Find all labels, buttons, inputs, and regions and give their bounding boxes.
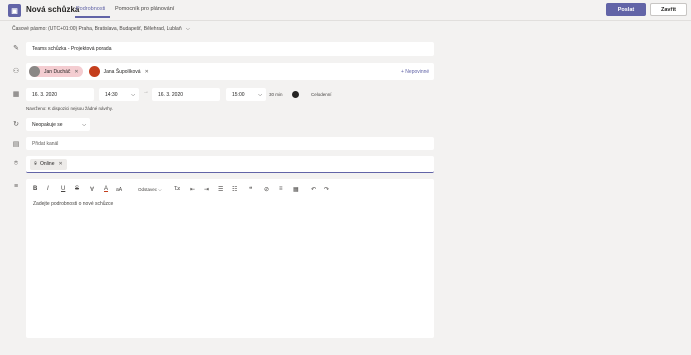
- table-button[interactable]: ▦: [293, 186, 299, 193]
- bullets-button[interactable]: ☰: [218, 186, 223, 193]
- chevron-down-icon: ⌵: [186, 26, 190, 32]
- attendees-field[interactable]: Jan Ducháč ✕ Jana Šupolíková ✕: [26, 63, 434, 80]
- start-time-field[interactable]: 14:30 ⌵: [99, 88, 139, 101]
- location-field[interactable]: ⌾ Online ✕: [26, 156, 434, 173]
- numbering-button[interactable]: ☷: [232, 186, 237, 193]
- chevron-down-icon: ⌵: [82, 121, 86, 128]
- location-chip[interactable]: ⌾ Online ✕: [30, 158, 67, 170]
- strikethrough-button[interactable]: S: [75, 186, 79, 192]
- italic-button[interactable]: I: [47, 186, 49, 192]
- calendar-app-icon: ▣: [8, 4, 21, 17]
- avatar: [88, 66, 100, 77]
- location-icon: ⌾: [13, 160, 19, 167]
- remove-icon[interactable]: ✕: [145, 69, 149, 75]
- quote-button[interactable]: ❝: [249, 186, 252, 193]
- channel-icon: ▤: [12, 141, 20, 148]
- arrow-right-icon: →: [143, 89, 149, 95]
- people-icon: ⚇: [12, 68, 20, 75]
- redo-button[interactable]: ↷: [324, 186, 329, 193]
- location-pin-icon: ⌾: [34, 161, 38, 167]
- active-tab-indicator: [75, 16, 110, 18]
- all-day-label: Celodenní: [311, 92, 332, 97]
- avatar: [29, 66, 40, 77]
- editor-placeholder: Zadejte podrobnosti o nové schůzce: [33, 201, 114, 207]
- location-value: Online: [40, 161, 55, 167]
- start-date-field[interactable]: 16. 3. 2020: [26, 88, 94, 101]
- channel-field[interactable]: Přidat kanál: [26, 137, 434, 150]
- chevron-down-icon: ⌵: [131, 91, 135, 98]
- repeat-dropdown[interactable]: Neopakuje se ⌵: [26, 118, 90, 131]
- meeting-title-field[interactable]: Teams schůzka - Projektová porada: [26, 42, 434, 56]
- bold-button[interactable]: B: [33, 186, 37, 192]
- page-title: Nová schůzka: [26, 5, 80, 14]
- font-size-button[interactable]: aA: [116, 187, 122, 193]
- remove-icon[interactable]: ✕: [74, 69, 78, 75]
- start-time-value: 14:30: [105, 91, 118, 98]
- timezone-label: Časové pásmo: (UTC+01:00) Praha, Bratisl…: [12, 26, 182, 32]
- repeat-value: Neopakuje se: [32, 121, 63, 128]
- tab-scheduling-assistant[interactable]: Pomocník pro plánování: [115, 6, 174, 12]
- indent-button[interactable]: ⇥: [204, 186, 209, 193]
- close-button[interactable]: Zavřít: [650, 3, 687, 16]
- end-date-value: 16. 3. 2020: [158, 91, 184, 98]
- tab-details[interactable]: Podrobnosti: [76, 6, 105, 12]
- start-date-value: 16. 3. 2020: [32, 91, 58, 98]
- outdent-button[interactable]: ⇤: [190, 186, 195, 193]
- paragraph-dropdown[interactable]: Odstavec ⌵: [138, 187, 162, 192]
- all-day-toggle[interactable]: [292, 91, 299, 98]
- calendar-icon: ▦: [12, 91, 20, 98]
- repeat-icon: ↻: [13, 121, 19, 128]
- details-icon: ≡: [13, 183, 19, 190]
- link-button[interactable]: ⊘: [264, 186, 269, 193]
- end-time-value: 15:00: [232, 91, 245, 98]
- attendee-chip[interactable]: Jana Šupolíková ✕: [88, 66, 149, 77]
- remove-icon[interactable]: ✕: [58, 161, 62, 167]
- optional-attendees-link[interactable]: + Nepovinné: [401, 69, 429, 75]
- highlight-button[interactable]: ∀: [90, 186, 94, 193]
- meeting-title-value: Teams schůzka - Projektová porada: [32, 46, 112, 52]
- duration-label: 30 min: [269, 92, 283, 97]
- pencil-icon: ✎: [13, 45, 19, 52]
- timezone-selector[interactable]: Časové pásmo: (UTC+01:00) Praha, Bratisl…: [12, 26, 190, 32]
- suggestion-text: Navrženo: K dispozici nejsou žádné návrh…: [26, 106, 113, 111]
- font-color-button[interactable]: A: [104, 186, 108, 192]
- attendee-name: Jana Šupolíková: [103, 68, 141, 75]
- chevron-down-icon: ⌵: [258, 91, 262, 98]
- attendee-chip[interactable]: Jan Ducháč ✕: [29, 66, 83, 77]
- end-time-field[interactable]: 15:00 ⌵: [226, 88, 266, 101]
- horizontal-rule-button[interactable]: ≡: [279, 186, 283, 192]
- clear-format-button[interactable]: T̶x: [174, 186, 180, 192]
- channel-placeholder: Přidat kanál: [32, 140, 59, 147]
- send-button[interactable]: Poslat: [606, 3, 646, 16]
- undo-button[interactable]: ↶: [311, 186, 316, 193]
- end-date-field[interactable]: 16. 3. 2020: [152, 88, 220, 101]
- attendee-name: Jan Ducháč: [44, 68, 71, 75]
- underline-button[interactable]: U: [61, 186, 65, 192]
